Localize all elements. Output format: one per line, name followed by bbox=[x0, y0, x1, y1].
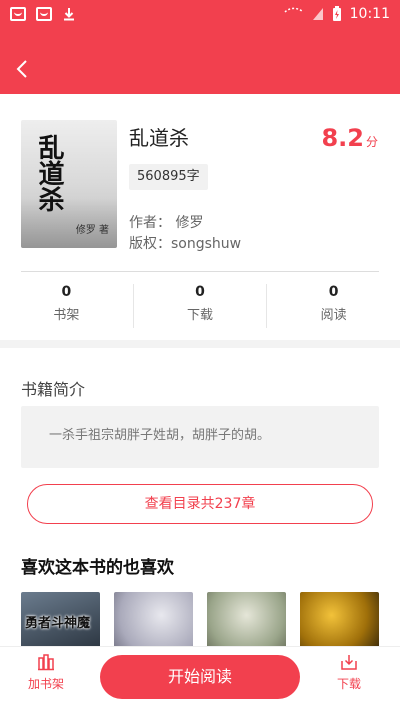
add-shelf-button[interactable]: 加书架 bbox=[28, 653, 64, 692]
stat-label: 书架 bbox=[53, 308, 80, 323]
download-button[interactable]: 下载 bbox=[337, 653, 361, 692]
battery-icon bbox=[332, 6, 341, 21]
status-time: 10:11 bbox=[349, 6, 390, 22]
section-gap bbox=[0, 340, 400, 348]
signal-icon bbox=[312, 8, 323, 20]
inbox-icon bbox=[36, 7, 52, 21]
book-cover: 乱道杀 修罗 著 bbox=[21, 120, 117, 248]
app-bar bbox=[0, 28, 400, 94]
recommend-book-cover[interactable] bbox=[207, 592, 286, 650]
download-notification-icon bbox=[64, 8, 74, 21]
recommend-list: 勇者斗神魔 bbox=[21, 592, 379, 650]
recommend-book-cover[interactable]: 勇者斗神魔 bbox=[21, 592, 100, 650]
back-icon[interactable] bbox=[12, 58, 34, 80]
stat-count: 0 bbox=[195, 284, 205, 300]
inbox-icon bbox=[10, 7, 26, 21]
score-unit: 分 bbox=[365, 135, 378, 149]
bottom-bar: 加书架 开始阅读 下载 bbox=[0, 647, 400, 711]
cover-author: 修罗 著 bbox=[75, 225, 109, 236]
recommend-book-cover[interactable] bbox=[300, 592, 379, 650]
stat-count: 0 bbox=[328, 284, 339, 300]
catalog-button[interactable]: 查看目录共237章 bbox=[27, 484, 373, 524]
cover-title: 乱道杀 bbox=[34, 134, 64, 212]
book-stats: 0 书架 0 下载 0 阅读 bbox=[0, 284, 400, 328]
bookshelf-icon bbox=[38, 654, 54, 671]
recommend-book-title: 勇者斗神魔 bbox=[25, 616, 91, 631]
wifi-icon bbox=[284, 7, 304, 13]
recommend-heading: 喜欢这本书的也喜欢 bbox=[21, 558, 174, 578]
intro-text: 一杀手祖宗胡胖子姓胡，胡胖子的胡。 bbox=[21, 406, 379, 468]
stat-bookshelf: 0 书架 bbox=[0, 284, 134, 328]
word-count-badge: 560895字 bbox=[129, 164, 208, 190]
add-shelf-label: 加书架 bbox=[28, 677, 65, 691]
score-value: 8.2 bbox=[321, 124, 364, 152]
recommend-book-cover[interactable] bbox=[114, 592, 193, 650]
stat-label: 下载 bbox=[187, 308, 214, 323]
stat-label: 阅读 bbox=[320, 308, 347, 323]
download-icon bbox=[341, 655, 357, 670]
book-copyright: 版权：songshuw bbox=[129, 236, 242, 252]
book-author: 作者： 修罗 bbox=[129, 215, 204, 231]
stat-read: 0 阅读 bbox=[267, 284, 400, 328]
book-score: 8.2 分 bbox=[321, 124, 378, 152]
book-info-section: 乱道杀 修罗 著 乱道杀 8.2 分 560895字 作者： 修罗 版权：song… bbox=[0, 94, 400, 340]
intro-heading: 书籍简介 bbox=[21, 380, 86, 399]
status-bar: 10:11 bbox=[0, 0, 400, 28]
stat-download: 0 下载 bbox=[134, 284, 268, 328]
stat-count: 0 bbox=[61, 284, 72, 300]
divider bbox=[21, 271, 379, 272]
book-title: 乱道杀 bbox=[129, 126, 189, 150]
start-reading-button[interactable]: 开始阅读 bbox=[100, 655, 300, 699]
status-notifications bbox=[10, 7, 76, 21]
download-label: 下载 bbox=[337, 677, 362, 691]
